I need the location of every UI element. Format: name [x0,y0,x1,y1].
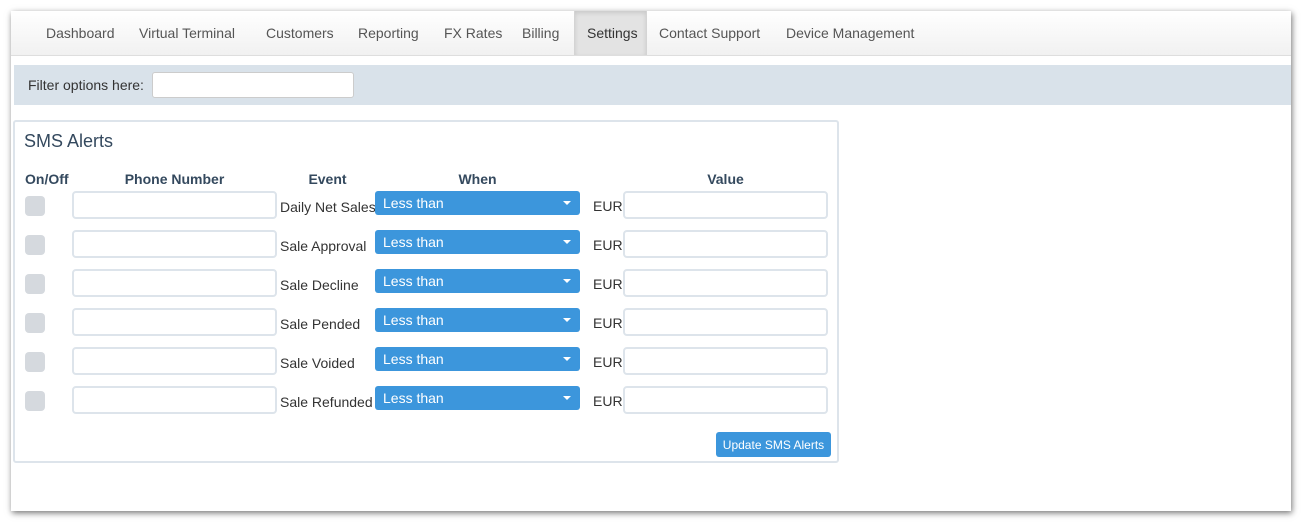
column-header-when: When [458,171,497,187]
when-select-value: Less than [383,195,444,211]
alert-row: Sale Refunded Less than EUR [15,386,837,416]
when-select[interactable]: Less than [375,269,580,293]
currency-label: EUR [593,354,623,370]
alert-toggle-checkbox[interactable] [25,352,45,372]
phone-number-input[interactable] [72,191,277,219]
phone-number-input[interactable] [72,269,277,297]
value-input[interactable] [623,269,828,297]
nav-virtual-terminal[interactable]: Virtual Terminal [127,11,247,55]
alert-row: Sale Approval Less than EUR [15,230,837,260]
event-label: Sale Decline [280,277,359,293]
value-input[interactable] [623,347,828,375]
column-header-phone: Phone Number [124,171,225,187]
alert-row: Daily Net Sales Less than EUR [15,191,837,221]
currency-label: EUR [593,393,623,409]
event-label: Sale Refunded [280,394,373,410]
value-input[interactable] [623,308,828,336]
currency-label: EUR [593,198,623,214]
event-label: Daily Net Sales [280,199,376,215]
value-input[interactable] [623,230,828,258]
phone-number-input[interactable] [72,230,277,258]
alert-toggle-checkbox[interactable] [25,196,45,216]
nav-device-management[interactable]: Device Management [774,11,926,55]
event-label: Sale Pended [280,316,361,332]
when-select-value: Less than [383,312,444,328]
when-select-value: Less than [383,390,444,406]
alert-toggle-checkbox[interactable] [25,313,45,333]
column-header-value: Value [707,171,744,187]
caret-down-icon [563,279,571,283]
phone-number-input[interactable] [72,386,277,414]
alert-row: Sale Voided Less than EUR [15,347,837,377]
filter-label: Filter options here: [28,77,144,93]
panel-title: SMS Alerts [24,131,114,151]
alert-toggle-checkbox[interactable] [25,274,45,294]
when-select[interactable]: Less than [375,230,580,254]
when-select[interactable]: Less than [375,347,580,371]
column-header-event: Event [308,171,347,187]
nav-contact-support[interactable]: Contact Support [647,11,772,55]
event-label: Sale Approval [280,238,367,254]
nav-fx-rates[interactable]: FX Rates [432,11,514,55]
update-sms-alerts-button[interactable]: Update SMS Alerts [716,432,831,457]
when-select[interactable]: Less than [375,386,580,410]
alert-row: Sale Pended Less than EUR [15,308,837,338]
nav-billing[interactable]: Billing [510,11,571,55]
column-header-on-off: On/Off [25,171,69,187]
caret-down-icon [563,240,571,244]
currency-label: EUR [593,315,623,331]
phone-number-input[interactable] [72,347,277,375]
when-select-value: Less than [383,351,444,367]
currency-label: EUR [593,276,623,292]
filter-bar: Filter options here: [14,65,1291,105]
phone-number-input[interactable] [72,308,277,336]
caret-down-icon [563,318,571,322]
when-select-value: Less than [383,273,444,289]
caret-down-icon [563,201,571,205]
app-window: Dashboard Virtual Terminal Customers Rep… [11,11,1291,511]
alert-toggle-checkbox[interactable] [25,235,45,255]
currency-label: EUR [593,237,623,253]
nav-settings[interactable]: Settings [574,11,647,55]
when-select[interactable]: Less than [375,308,580,332]
when-select[interactable]: Less than [375,191,580,215]
caret-down-icon [563,396,571,400]
value-input[interactable] [623,386,828,414]
nav-customers[interactable]: Customers [254,11,346,55]
top-navbar: Dashboard Virtual Terminal Customers Rep… [11,11,1291,56]
alert-row: Sale Decline Less than EUR [15,269,837,299]
sms-alerts-panel: SMS Alerts On/Off Phone Number Event Whe… [13,120,839,463]
filter-input[interactable] [152,72,354,98]
event-label: Sale Voided [280,355,355,371]
value-input[interactable] [623,191,828,219]
nav-dashboard[interactable]: Dashboard [34,11,127,55]
caret-down-icon [563,357,571,361]
when-select-value: Less than [383,234,444,250]
nav-reporting[interactable]: Reporting [346,11,431,55]
alert-toggle-checkbox[interactable] [25,391,45,411]
